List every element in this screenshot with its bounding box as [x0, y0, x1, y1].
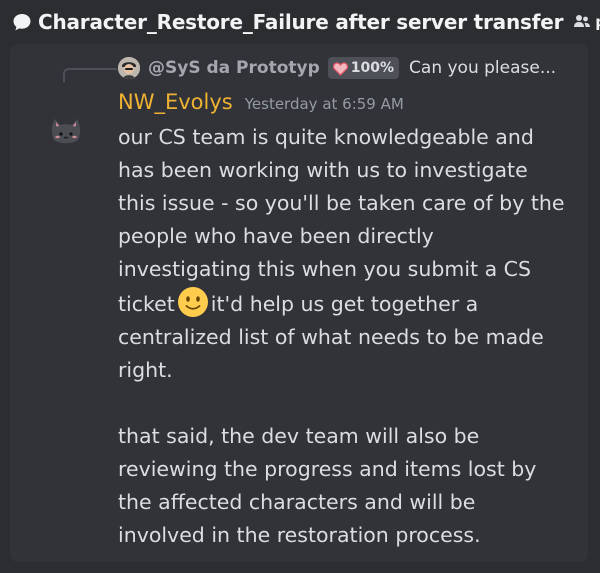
message-paragraph-1: our CS team is quite knowledgeable and h… — [118, 121, 568, 387]
badge-percent: 100% — [350, 60, 395, 76]
players-icon — [573, 13, 591, 31]
message-paragraph-2: that said, the dev team will also be rev… — [118, 424, 537, 547]
thread-tag-label[interactable]: playe — [595, 13, 600, 31]
author-avatar[interactable] — [44, 108, 88, 152]
heart-icon — [332, 61, 348, 76]
thread-header: Character_Restore_Failure after server t… — [0, 0, 600, 44]
reply-avatar[interactable] — [118, 57, 140, 79]
thread-bubble-icon — [12, 12, 32, 32]
message-author[interactable]: NW_Evolys — [118, 90, 233, 114]
message-content: our CS team is quite knowledgeable and h… — [118, 121, 568, 552]
message-timestamp[interactable]: Yesterday at 6:59 AM — [245, 95, 404, 113]
role-badge: 100% — [327, 57, 400, 79]
reply-preview[interactable]: Can you please... — [409, 58, 556, 78]
reply-reference[interactable]: @SyS da Prototyp 100% Can you please... — [118, 57, 556, 79]
message-header: NW_Evolys Yesterday at 6:59 AM — [118, 90, 404, 118]
thread-title: Character_Restore_Failure after server t… — [38, 10, 564, 34]
message-card: @SyS da Prototyp 100% Can you please... … — [10, 44, 588, 562]
slightly-smiling-face-icon — [177, 286, 209, 318]
reply-author[interactable]: @SyS da Prototyp — [148, 58, 320, 78]
reply-spine — [63, 68, 117, 82]
